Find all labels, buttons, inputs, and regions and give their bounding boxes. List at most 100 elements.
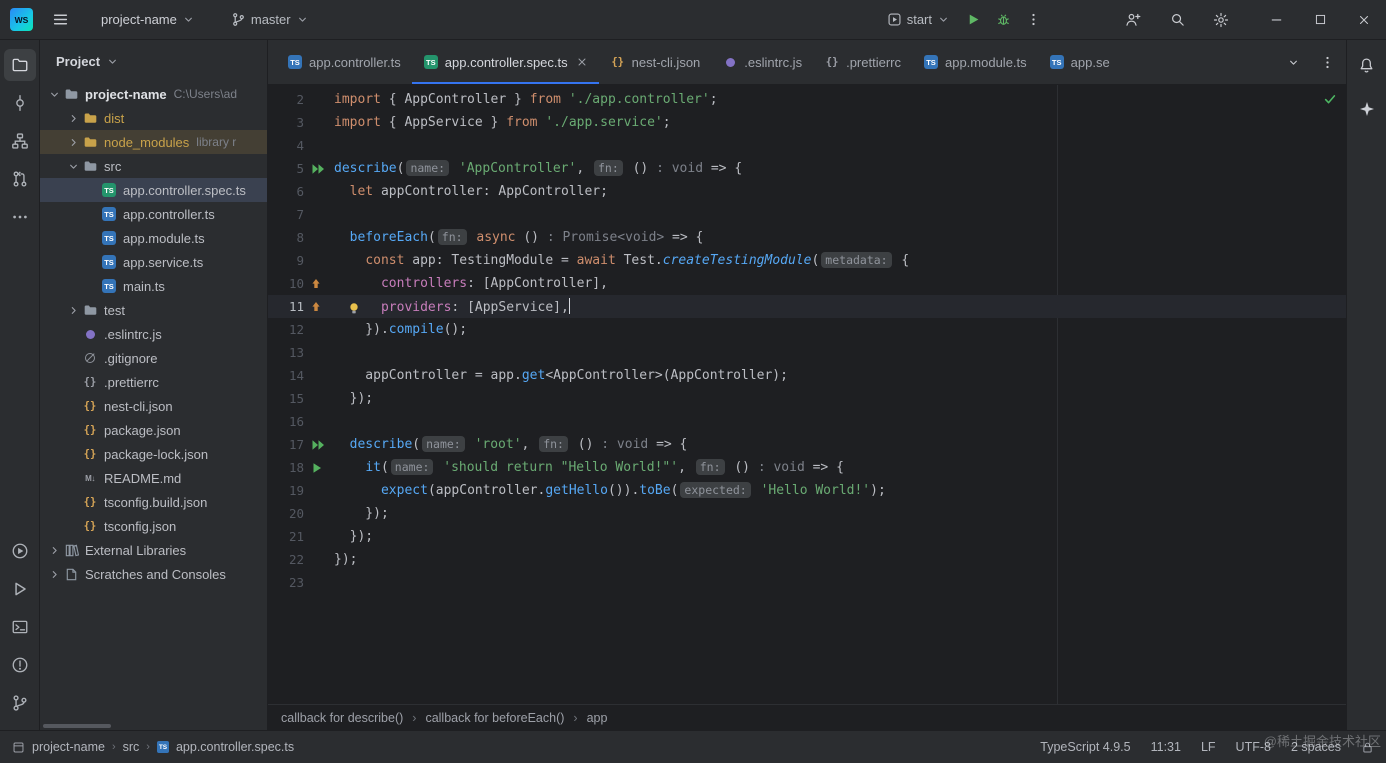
line-number[interactable]: 8	[268, 230, 304, 245]
project-tool-button[interactable]	[3, 49, 36, 81]
commit-tool-button[interactable]	[4, 87, 36, 119]
tab-app.controller.ts[interactable]: TS app.controller.ts	[276, 40, 412, 84]
code-line-17[interactable]: 17 describe(name: 'root', fn: () : void …	[268, 433, 1346, 456]
code-text[interactable]: providers: [AppService],	[334, 298, 1346, 315]
chevron-right-icon[interactable]	[65, 112, 82, 125]
status-widget[interactable]: LF	[1201, 740, 1216, 754]
line-number[interactable]: 6	[268, 184, 304, 199]
code-line-22[interactable]: 22});	[268, 548, 1346, 571]
tree-item-app.service.ts[interactable]: TS app.service.ts	[40, 250, 267, 274]
status-widget[interactable]: UTF-8	[1236, 740, 1271, 754]
line-number[interactable]: 20	[268, 506, 304, 521]
chevron-right-icon[interactable]	[46, 568, 63, 581]
chevron-right-icon[interactable]	[46, 544, 63, 557]
tree-item-main.ts[interactable]: TS main.ts	[40, 274, 267, 298]
code-with-me-button[interactable]	[1118, 5, 1148, 35]
editor[interactable]: 2 import { AppController } from './app.co…	[268, 85, 1346, 704]
code-text[interactable]: });	[334, 391, 1346, 406]
line-number[interactable]: 23	[268, 575, 304, 590]
tab-app.module.ts[interactable]: TS app.module.ts	[912, 40, 1038, 84]
code-line-9[interactable]: 9 const app: TestingModule = await Test.…	[268, 249, 1346, 272]
tree-item-app.controller.spec.ts[interactable]: TS app.controller.spec.ts	[40, 178, 267, 202]
tab-app.controller.spec.ts[interactable]: TS app.controller.spec.ts	[411, 40, 599, 84]
line-number[interactable]: 13	[268, 345, 304, 360]
code-text[interactable]: import { AppService } from './app.servic…	[334, 115, 1346, 130]
code-line-20[interactable]: 20 });	[268, 502, 1346, 525]
tab-.eslintrc.js[interactable]: .eslintrc.js	[711, 40, 813, 84]
tree-item-dist[interactable]: dist	[40, 106, 267, 130]
code-line-15[interactable]: 15 });	[268, 387, 1346, 410]
tree-item-tsconfig.json[interactable]: {} tsconfig.json	[40, 514, 267, 538]
tree-item-app.module.ts[interactable]: TS app.module.ts	[40, 226, 267, 250]
gutter-marker-icon[interactable]	[311, 301, 321, 312]
breadcrumb-item[interactable]: callback for describe()	[281, 711, 403, 725]
line-number[interactable]: 2	[268, 92, 304, 107]
run-config-selector[interactable]: start	[879, 5, 958, 35]
tab-nest-cli.json[interactable]: {} nest-cli.json	[599, 40, 712, 84]
lock-icon[interactable]	[1361, 741, 1374, 754]
status-widget[interactable]: 2 spaces	[1291, 740, 1341, 754]
intention-bulb-icon[interactable]	[348, 302, 360, 315]
minimize-button[interactable]	[1254, 0, 1298, 40]
chevron-down-icon[interactable]	[65, 160, 82, 173]
code-line-16[interactable]: 16	[268, 410, 1346, 433]
code-line-23[interactable]: 23	[268, 571, 1346, 594]
notifications-button[interactable]	[1352, 50, 1382, 80]
code-line-11[interactable]: 11 providers: [AppService],	[268, 295, 1346, 318]
line-number[interactable]: 16	[268, 414, 304, 429]
tree-item-test[interactable]: test	[40, 298, 267, 322]
tree-item-.gitignore[interactable]: .gitignore	[40, 346, 267, 370]
line-number[interactable]: 12	[268, 322, 304, 337]
search-everywhere-button[interactable]	[1162, 5, 1192, 35]
close-button[interactable]	[1342, 0, 1386, 40]
settings-button[interactable]	[1206, 5, 1236, 35]
code-text[interactable]: const app: TestingModule = await Test.cr…	[334, 252, 1346, 268]
code-line-3[interactable]: 3 import { AppService } from './app.servi…	[268, 111, 1346, 134]
run-all-tests-icon[interactable]	[311, 163, 326, 175]
run-test-icon[interactable]	[311, 462, 323, 474]
run-button[interactable]	[958, 5, 988, 35]
tree-item-external-libraries[interactable]: External Libraries	[40, 538, 267, 562]
terminal-tool-button[interactable]	[4, 611, 36, 643]
line-number[interactable]: 9	[268, 253, 304, 268]
code-text[interactable]: });	[334, 506, 1346, 521]
code-text[interactable]: describe(name: 'root', fn: () : void => …	[334, 436, 1346, 452]
status-path-item[interactable]: src	[123, 740, 140, 754]
tree-item-scratches-and-consoles[interactable]: Scratches and Consoles	[40, 562, 267, 586]
line-number[interactable]: 7	[268, 207, 304, 222]
line-number[interactable]: 5	[268, 161, 304, 176]
line-number[interactable]: 4	[268, 138, 304, 153]
code-line-21[interactable]: 21 });	[268, 525, 1346, 548]
tab-app.ser[interactable]: TS app.ser	[1038, 40, 1110, 84]
line-number[interactable]: 11	[268, 299, 304, 314]
more-tool-windows-button[interactable]	[4, 201, 36, 233]
line-number[interactable]: 17	[268, 437, 304, 452]
code-text[interactable]: }).compile();	[334, 322, 1346, 337]
ai-assistant-button[interactable]	[1352, 94, 1382, 124]
code-line-14[interactable]: 14 appController = app.get<AppController…	[268, 364, 1346, 387]
line-number[interactable]: 14	[268, 368, 304, 383]
line-number[interactable]: 10	[268, 276, 304, 291]
status-widget[interactable]: TypeScript 4.9.5	[1040, 740, 1130, 754]
tree-item-package-lock.json[interactable]: {} package-lock.json	[40, 442, 267, 466]
status-path-item[interactable]: project-name	[32, 740, 105, 754]
run-tool-button[interactable]	[4, 535, 36, 567]
line-number[interactable]: 3	[268, 115, 304, 130]
chevron-right-icon[interactable]	[65, 136, 82, 149]
problems-tool-button[interactable]	[4, 649, 36, 681]
more-run-actions-button[interactable]	[1018, 5, 1048, 35]
code-line-6[interactable]: 6 let appController: AppController;	[268, 180, 1346, 203]
code-text[interactable]: });	[334, 552, 1346, 567]
project-selector[interactable]: project-name	[93, 5, 203, 35]
tree-item-readme.md[interactable]: M↓ README.md	[40, 466, 267, 490]
tree-item-project-name[interactable]: project-name C:\Users\ad	[40, 82, 267, 106]
line-number[interactable]: 21	[268, 529, 304, 544]
code-text[interactable]: beforeEach(fn: async () : Promise<void> …	[334, 229, 1346, 245]
project-panel-scrollbar[interactable]	[43, 724, 111, 728]
code-text[interactable]: appController = app.get<AppController>(A…	[334, 368, 1346, 383]
code-text[interactable]: controllers: [AppController],	[334, 276, 1346, 291]
maximize-button[interactable]	[1298, 0, 1342, 40]
code-text[interactable]: import { AppController } from './app.con…	[334, 92, 1346, 107]
line-number[interactable]: 19	[268, 483, 304, 498]
code-line-8[interactable]: 8 beforeEach(fn: async () : Promise<void…	[268, 226, 1346, 249]
